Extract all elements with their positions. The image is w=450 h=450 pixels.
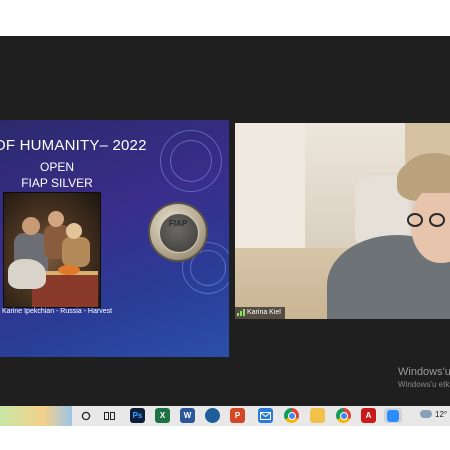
participant-name: Karina Kiel (247, 309, 281, 316)
dog (8, 259, 46, 289)
wall (235, 123, 305, 263)
chrome-icon[interactable] (284, 408, 299, 423)
powerpoint-icon[interactable]: P (230, 408, 245, 423)
slide-title: OF HUMANITY– 2022 (0, 137, 147, 154)
acrobat-icon[interactable]: A (361, 408, 376, 423)
fiap-medal-logo: FIAP (150, 204, 206, 260)
award-photo (3, 192, 101, 308)
network-icon[interactable] (205, 408, 220, 423)
medal-text: FIAP (168, 219, 188, 228)
windows-taskbar: Ps X W P A 12° (0, 406, 450, 426)
figure-head (66, 223, 82, 239)
shared-screen-slide[interactable]: OF HUMANITY– 2022 OPEN FIAP SILVER FIAP … (0, 120, 229, 357)
task-view-icon[interactable] (102, 408, 117, 423)
slide-category: OPEN (39, 160, 74, 174)
weather-temperature[interactable]: 12° (435, 410, 447, 419)
signal-strength-icon (237, 308, 245, 316)
figure-head (22, 217, 40, 235)
participant-video-tile[interactable]: Karina Kiel (235, 123, 450, 319)
weather-cloud-icon[interactable] (420, 410, 432, 418)
excel-icon[interactable]: X (155, 408, 170, 423)
activation-watermark-title: Windows'u (398, 366, 450, 378)
figure-head (48, 211, 64, 227)
search-icon[interactable] (78, 408, 93, 423)
slide-award: FIAP SILVER (21, 176, 93, 190)
activation-watermark-text: Windows'u etk (398, 380, 450, 389)
figure (62, 237, 90, 267)
file-explorer-icon[interactable] (310, 408, 325, 423)
fruit (58, 265, 80, 275)
zoom-icon[interactable] (384, 408, 402, 423)
photo-caption: Karine Ipekchian - Russia - Harvest (1, 308, 113, 315)
chrome-icon-2[interactable] (336, 408, 351, 423)
participant-name-tag: Karina Kiel (235, 307, 285, 319)
taskbar-thumbnail[interactable] (0, 406, 72, 426)
person-hair-top (403, 153, 450, 193)
meeting-window: OF HUMANITY– 2022 OPEN FIAP SILVER FIAP … (0, 0, 450, 406)
bottom-white-area (0, 426, 450, 450)
glasses (407, 213, 447, 227)
mail-icon[interactable] (258, 408, 273, 423)
photoshop-icon[interactable]: Ps (130, 408, 145, 423)
word-icon[interactable]: W (180, 408, 195, 423)
